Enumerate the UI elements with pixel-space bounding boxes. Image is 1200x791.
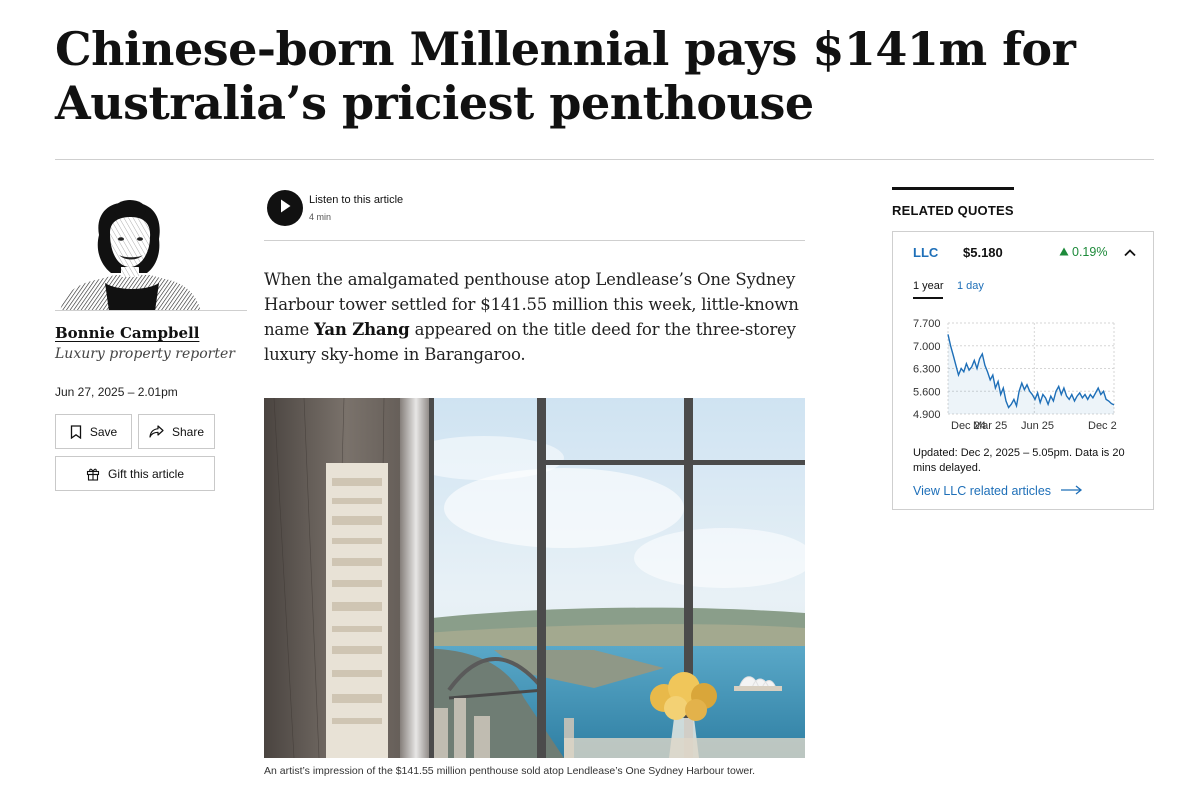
quote-updated-note: Updated: Dec 2, 2025 – 5.05pm. Data is 2… bbox=[913, 447, 1125, 474]
related-articles-label: View LLC related articles bbox=[913, 484, 1052, 498]
author-photo bbox=[55, 195, 247, 311]
arrow-right-icon bbox=[1061, 484, 1083, 498]
share-icon bbox=[149, 425, 164, 438]
publish-timestamp: Jun 27, 2025 – 2.01pm bbox=[55, 385, 178, 399]
price-chart: 7.7007.0006.3005.6004.900Dec 24Mar 25 Jun… bbox=[913, 318, 1117, 432]
article-hero-image bbox=[264, 398, 805, 758]
related-quotes-accent-bar bbox=[892, 187, 1014, 190]
chart-x-tick: Mar 25 bbox=[973, 420, 1007, 432]
quote-ticker-link[interactable]: LLC bbox=[913, 245, 938, 260]
save-button[interactable]: Save bbox=[55, 414, 132, 449]
triangle-up-icon bbox=[1059, 245, 1069, 259]
author-role: Luxury property reporter bbox=[55, 346, 235, 362]
chart-x-tick: Dec 2 bbox=[1088, 420, 1117, 432]
chart-y-tick: 7.700 bbox=[913, 318, 941, 330]
view-related-articles-link[interactable]: View LLC related articles bbox=[913, 484, 1083, 498]
tab-1-year[interactable]: 1 year bbox=[913, 280, 944, 292]
listen-play-button[interactable] bbox=[267, 190, 303, 226]
chart-y-tick: 5.600 bbox=[913, 386, 941, 398]
share-label: Share bbox=[171, 424, 205, 439]
article-headline: Chinese-born Millennial pays $141m for A… bbox=[55, 22, 1076, 130]
quote-price: $5.180 bbox=[963, 245, 1003, 260]
chart-y-tick: 7.000 bbox=[913, 341, 941, 353]
bookmark-icon bbox=[70, 424, 82, 439]
chart-area bbox=[948, 334, 1114, 414]
chart-y-tick: 6.300 bbox=[913, 364, 941, 376]
play-icon bbox=[278, 198, 292, 219]
tab-1-day[interactable]: 1 day bbox=[957, 280, 984, 292]
header-divider bbox=[55, 159, 1154, 160]
chart-y-tick: 4.900 bbox=[913, 409, 941, 421]
quote-change-value: 0.19% bbox=[1072, 245, 1108, 259]
image-caption: An artist’s impression of the $141.55 mi… bbox=[264, 765, 756, 777]
chart-x-tick: Jun 25 bbox=[1021, 420, 1054, 432]
listen-label: Listen to this article bbox=[309, 194, 404, 206]
listen-duration: 4 min bbox=[309, 212, 332, 222]
share-button[interactable]: Share bbox=[138, 414, 215, 449]
related-quotes-title: RELATED QUOTES bbox=[892, 203, 1014, 218]
article-lede: When the amalgamated penthouse atop Lend… bbox=[264, 267, 809, 367]
author-name-link[interactable]: Bonnie Campbell bbox=[55, 324, 199, 342]
gift-icon bbox=[86, 467, 100, 481]
gift-label: Gift this article bbox=[107, 466, 185, 481]
chevron-up-icon[interactable] bbox=[1122, 246, 1138, 260]
lede-name-highlight: Yan Zhang bbox=[314, 320, 410, 339]
gift-article-button[interactable]: Gift this article bbox=[55, 456, 215, 491]
save-label: Save bbox=[89, 424, 118, 439]
active-tab-indicator bbox=[913, 297, 943, 299]
quote-change: 0.19% bbox=[1059, 245, 1107, 259]
listen-divider bbox=[264, 240, 805, 241]
